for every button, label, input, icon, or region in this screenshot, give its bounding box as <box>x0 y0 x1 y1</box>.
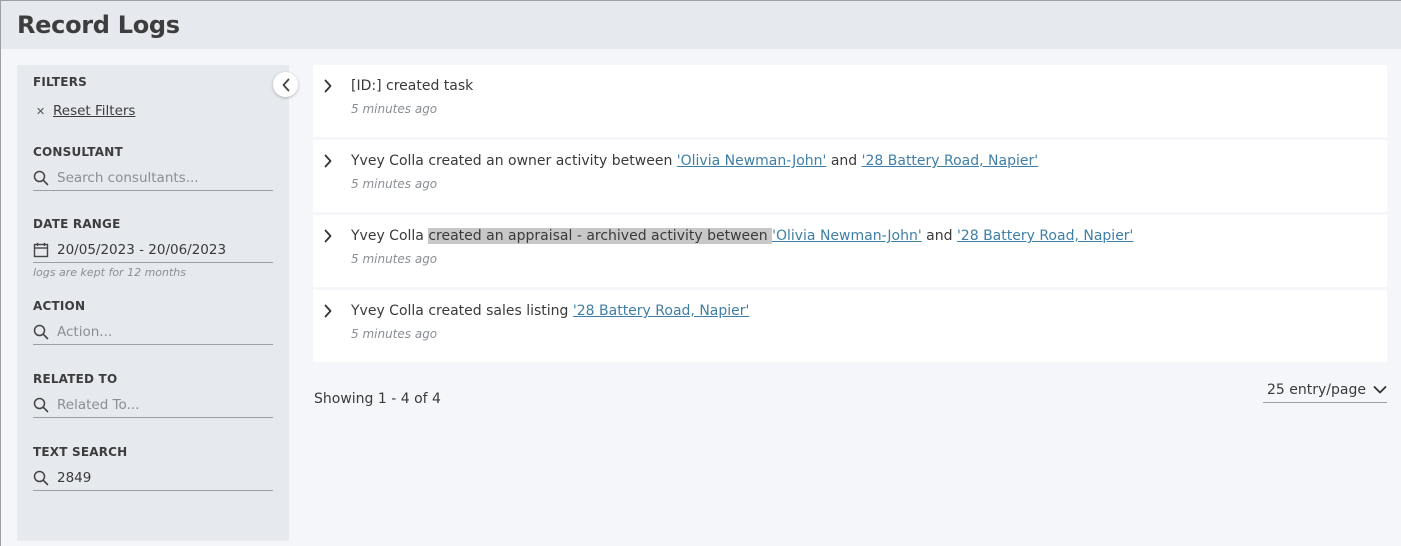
log-item: [ID:] created task 5 minutes ago <box>313 65 1387 137</box>
date-range-field[interactable]: 20/05/2023 - 20/06/2023 <box>33 241 273 263</box>
log-text: Yvey Colla created an appraisal - archiv… <box>351 228 1387 244</box>
date-range-hint: logs are kept for 12 months <box>33 266 187 279</box>
log-timestamp: 5 minutes ago <box>351 327 438 341</box>
related-to-label: RELATED TO <box>33 372 118 386</box>
search-icon <box>33 324 55 340</box>
property-link[interactable]: '28 Battery Road, Napier' <box>862 153 1038 169</box>
related-to-field <box>33 396 273 418</box>
date-range-label: DATE RANGE <box>33 217 121 231</box>
text-search-filter: TEXT SEARCH <box>33 445 273 491</box>
selected-text-highlight: created an appraisal - archived activity… <box>428 228 773 244</box>
chevron-right-icon[interactable] <box>323 79 333 93</box>
contact-link[interactable]: 'Olivia Newman-John' <box>772 228 922 244</box>
page-header: Record Logs <box>1 1 1401 49</box>
consultant-search-input[interactable] <box>55 170 265 186</box>
contact-link[interactable]: 'Olivia Newman-John' <box>677 153 827 169</box>
log-timestamp: 5 minutes ago <box>351 177 438 191</box>
date-range-value[interactable]: 20/05/2023 - 20/06/2023 <box>55 242 226 258</box>
page-title: Record Logs <box>17 11 180 39</box>
results-count: Showing 1 - 4 of 4 <box>314 391 441 407</box>
log-item: Yvey Colla created sales listing '28 Bat… <box>313 290 1387 362</box>
related-to-input[interactable] <box>55 397 265 413</box>
close-icon: ✕ <box>36 104 46 118</box>
collapse-sidebar-button[interactable] <box>273 72 298 97</box>
text-search-label: TEXT SEARCH <box>33 445 128 459</box>
page-size-select[interactable]: 25 entry/page <box>1263 382 1387 403</box>
calendar-icon <box>33 242 55 258</box>
log-text: Yvey Colla created an owner activity bet… <box>351 153 1387 169</box>
log-timestamp: 5 minutes ago <box>351 252 438 266</box>
log-items: [ID:] created task 5 minutes ago Yvey Co… <box>313 65 1387 362</box>
text-search-input[interactable] <box>55 470 265 486</box>
text-search-field <box>33 469 273 491</box>
chevron-right-icon[interactable] <box>323 229 333 243</box>
property-link[interactable]: '28 Battery Road, Napier' <box>957 228 1133 244</box>
chevron-right-icon[interactable] <box>323 304 333 318</box>
log-description: Yvey Colla created sales listing <box>351 303 573 319</box>
log-timestamp: 5 minutes ago <box>351 102 438 116</box>
property-link[interactable]: '28 Battery Road, Napier' <box>573 303 749 319</box>
chevron-right-icon[interactable] <box>323 154 333 168</box>
search-icon <box>33 170 55 186</box>
reset-filters[interactable]: ✕ Reset Filters <box>33 103 273 119</box>
action-label: ACTION <box>33 299 86 313</box>
consultant-filter: CONSULTANT <box>33 145 273 191</box>
log-description: Yvey Colla <box>351 228 429 244</box>
chevron-down-icon <box>1373 386 1387 394</box>
log-item: Yvey Colla created an owner activity bet… <box>313 140 1387 212</box>
log-description: Yvey Colla created an owner activity bet… <box>351 153 677 169</box>
filters-heading: FILTERS <box>33 75 87 89</box>
log-text: [ID:] created task <box>351 78 1387 94</box>
chevron-left-icon <box>282 78 289 91</box>
log-conjunction: and <box>826 153 862 169</box>
action-input[interactable] <box>55 324 265 340</box>
log-conjunction: and <box>921 228 957 244</box>
action-field <box>33 323 273 345</box>
log-item: Yvey Colla created an appraisal - archiv… <box>313 215 1387 287</box>
search-icon <box>33 397 55 413</box>
filters-sidebar: FILTERS ✕ Reset Filters CONSULTANT DATE … <box>17 65 298 541</box>
date-range-filter: DATE RANGE 20/05/2023 - 20/06/2023 logs … <box>33 217 273 279</box>
pagination-row: Showing 1 - 4 of 4 25 entry/page <box>313 367 1387 427</box>
page-size-value: 25 entry/page <box>1267 382 1366 398</box>
log-list: [ID:] created task 5 minutes ago Yvey Co… <box>313 65 1387 427</box>
log-text: Yvey Colla created sales listing '28 Bat… <box>351 303 1387 319</box>
reset-filters-link[interactable]: Reset Filters <box>53 103 135 119</box>
consultant-label: CONSULTANT <box>33 145 123 159</box>
action-filter: ACTION <box>33 299 273 345</box>
log-description: [ID:] created task <box>351 78 474 94</box>
consultant-field <box>33 169 273 191</box>
search-icon <box>33 470 55 486</box>
related-to-filter: RELATED TO <box>33 372 273 418</box>
